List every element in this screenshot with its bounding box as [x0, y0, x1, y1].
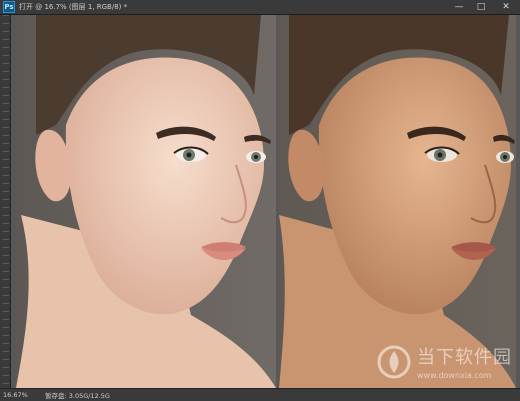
watermark-site-name: 当下软件园 [417, 347, 512, 368]
canvas-area[interactable]: 当下软件园 www.downxia.com [11, 15, 520, 388]
watermark-text: 当下软件园 www.downxia.com [417, 343, 512, 380]
document-title: 打开 @ 16.7% (图层 1, RGB/8) * [19, 3, 128, 11]
watermark: 当下软件园 www.downxia.com [377, 343, 512, 380]
document-info[interactable]: 暂存盘: 3.05G/12.5G [45, 390, 110, 400]
window-controls: — □ ✕ [448, 0, 520, 14]
portrait-before-image [16, 15, 276, 388]
portrait-before-illustration [16, 15, 276, 388]
photoshop-app-icon: Ps [3, 1, 15, 13]
maximize-button[interactable]: □ [470, 0, 492, 14]
close-button[interactable]: ✕ [492, 0, 520, 14]
ruler-ticks [3, 15, 9, 388]
vertical-ruler[interactable] [0, 15, 11, 388]
watermark-url: www.downxia.com [417, 371, 492, 380]
document-title-bar: Ps 打开 @ 16.7% (图层 1, RGB/8) * — □ ✕ [0, 0, 520, 15]
minimize-button[interactable]: — [448, 0, 470, 14]
watermark-logo-icon [377, 345, 411, 379]
status-bar: 16.67% 暂存盘: 3.05G/12.5G [0, 388, 520, 401]
portrait-after-illustration [279, 15, 516, 388]
portrait-after-image [279, 15, 516, 388]
zoom-level[interactable]: 16.67% [0, 391, 35, 399]
